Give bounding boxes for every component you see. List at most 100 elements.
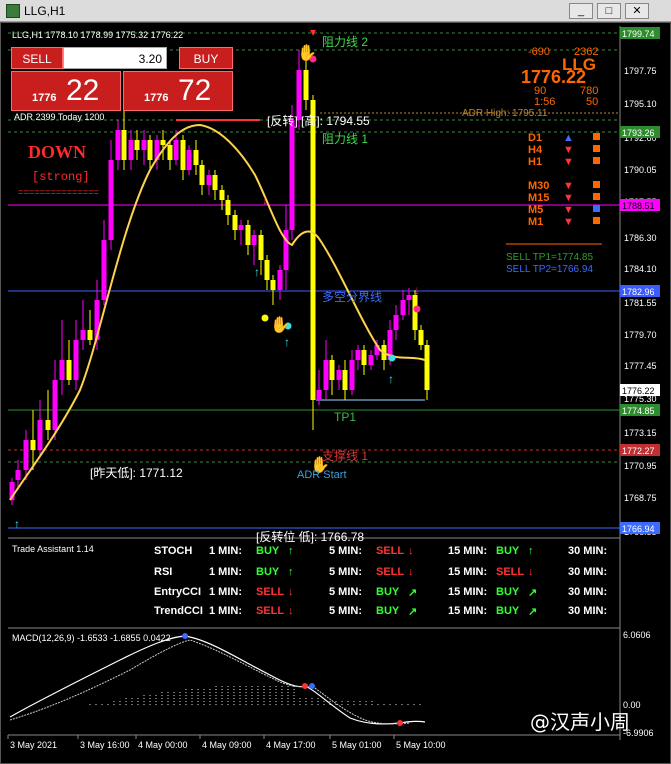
- candle-body: [186, 150, 192, 170]
- ta-indicator-name: TrendCCI: [154, 605, 203, 617]
- sell-price-button[interactable]: 1776 22: [11, 71, 121, 111]
- ta-timeframe-label: 1 MIN:: [209, 566, 242, 578]
- ta-timeframe-label: 1 MIN:: [209, 586, 242, 598]
- price-tick-label: 1773.15: [624, 428, 657, 438]
- watermark: @汉声小周: [530, 710, 630, 734]
- ta-timeframe-label: 15 MIN:: [448, 545, 488, 557]
- ta-signal: SELL: [376, 545, 405, 557]
- time-tick-label: 4 May 00:00: [138, 740, 188, 750]
- candle-body: [361, 350, 367, 365]
- up-arrow-icon: ↑: [14, 517, 20, 531]
- ta-signal: BUY: [256, 545, 280, 557]
- ta-arrow-icon: ↓: [528, 566, 534, 578]
- candle-body: [406, 295, 412, 300]
- adr-today-label: ADR 2399 Today 1200: [14, 112, 105, 122]
- info-top-left: -690: [528, 46, 550, 58]
- time-tick-label: 5 May 01:00: [332, 740, 382, 750]
- adr-start-label: ADR Start: [297, 469, 347, 481]
- marker-cyan-dot: [388, 354, 396, 362]
- candle-body: [264, 260, 270, 280]
- candle-body: [160, 140, 166, 145]
- chart-header: LLG,H1 1778.10 1778.99 1775.32 1776.22: [12, 30, 183, 40]
- buy-price-button[interactable]: 1776 72: [123, 71, 233, 111]
- ta-timeframe-label: 15 MIN:: [448, 586, 488, 598]
- timeframe-signals: D1 ▲ H4 ▼ H1 ▼ M30 ▼ M15 ▼ M5 ▼ M1 ▼: [528, 132, 600, 228]
- macd-histogram: [89, 685, 421, 705]
- ta-arrow-icon: ↗: [408, 587, 418, 599]
- candle-body: [342, 370, 348, 390]
- signal-square-icon: [593, 217, 600, 224]
- price-tick-label: 1795.10: [624, 99, 657, 109]
- ta-signal: SELL: [376, 566, 405, 578]
- down-triangle-icon: ▼: [563, 180, 574, 192]
- down-triangle-icon: ▼: [563, 192, 574, 204]
- candle-body: [15, 470, 21, 480]
- down-arrow-icon: ↓: [262, 193, 268, 207]
- candle-body: [400, 300, 406, 315]
- candle-body: [277, 270, 283, 290]
- macd-cross-dot: [302, 683, 308, 689]
- signal-square-icon: [593, 205, 600, 212]
- price-tick-label: 1770.95: [624, 461, 657, 471]
- down-triangle-icon: ▼: [563, 216, 574, 228]
- candle-body: [37, 420, 43, 450]
- ta-timeframe-label: 5 MIN:: [329, 586, 362, 598]
- ta-timeframe-label: 5 MIN:: [329, 545, 362, 557]
- long-short-line-label: 多空分界线: [322, 290, 382, 304]
- ta-indicator-name: EntryCCI: [154, 586, 202, 598]
- candle-body: [23, 440, 29, 470]
- price-tag-label: 1788.51: [622, 201, 655, 211]
- candle-body: [329, 360, 335, 380]
- candle-body: [167, 145, 173, 160]
- ta-timeframe-label: 15 MIN:: [448, 605, 488, 617]
- sell-tp1-label: SELL TP1=1774.85: [506, 252, 593, 263]
- down-triangle-icon: ▼: [563, 204, 574, 216]
- ta-signal: BUY: [256, 566, 280, 578]
- up-triangle-icon: ▲: [563, 132, 574, 144]
- candle-body: [180, 140, 186, 170]
- buy-price-small: 1776: [144, 92, 169, 104]
- sell-button[interactable]: SELL: [11, 47, 63, 69]
- price-tick-label: 1777.45: [624, 361, 657, 371]
- ta-signal: SELL: [496, 566, 525, 578]
- ta-signal: SELL: [256, 586, 285, 598]
- sell-price-small: 1776: [32, 92, 57, 104]
- candle-body: [296, 70, 302, 120]
- candle-body: [289, 120, 295, 230]
- candle-body: [355, 350, 361, 360]
- buy-button[interactable]: BUY: [179, 47, 233, 69]
- lots-input[interactable]: 3.20: [63, 47, 167, 69]
- candle-body: [45, 420, 51, 430]
- ta-timeframe-label: 1 MIN:: [209, 605, 242, 617]
- ta-timeframe-label: 30 MIN:: [568, 545, 608, 557]
- down-arrow-icon: ↓: [414, 283, 420, 297]
- hand-icon: ✋: [297, 43, 317, 62]
- candle-body: [147, 140, 153, 160]
- price-axis[interactable]: 1797.751795.101792.601790.051787.551786.…: [620, 27, 660, 537]
- resistance-2-label: 阻力线 2: [322, 35, 368, 49]
- price-tag-label: 1772.27: [622, 446, 655, 456]
- up-arrow-icon: ↑: [388, 372, 394, 386]
- candle-body: [52, 380, 58, 430]
- ta-timeframe-label: 30 MIN:: [568, 586, 608, 598]
- ta-arrow-icon: ↗: [528, 606, 538, 618]
- price-tick-label: 1768.75: [624, 493, 657, 503]
- ta-timeframe-label: 30 MIN:: [568, 605, 608, 617]
- macd-line: [9, 635, 426, 725]
- ta-timeframe-label: 15 MIN:: [448, 566, 488, 578]
- up-arrow-icon: ↑: [254, 265, 260, 279]
- time-axis[interactable]: 3 May 2021 3 May 16:00 4 May 00:00 4 May 09…: [7, 735, 446, 750]
- ta-timeframe-label: 5 MIN:: [329, 566, 362, 578]
- candle-body: [141, 140, 147, 150]
- macd-cross-dot: [182, 633, 188, 639]
- price-tag-label: 1799.74: [622, 29, 655, 39]
- signal-square-icon: [593, 157, 600, 164]
- ta-timeframe-label: 1 MIN:: [209, 545, 242, 557]
- reversal-high-label: [反转] [高]: 1794.55: [267, 113, 370, 128]
- up-arrow-icon: ↑: [284, 335, 290, 349]
- candle-body: [251, 235, 257, 245]
- candle-body: [206, 175, 212, 185]
- candle-body: [424, 345, 430, 390]
- timeframe-label: H4: [528, 144, 543, 156]
- trend-direction-label: DOWN: [28, 142, 86, 162]
